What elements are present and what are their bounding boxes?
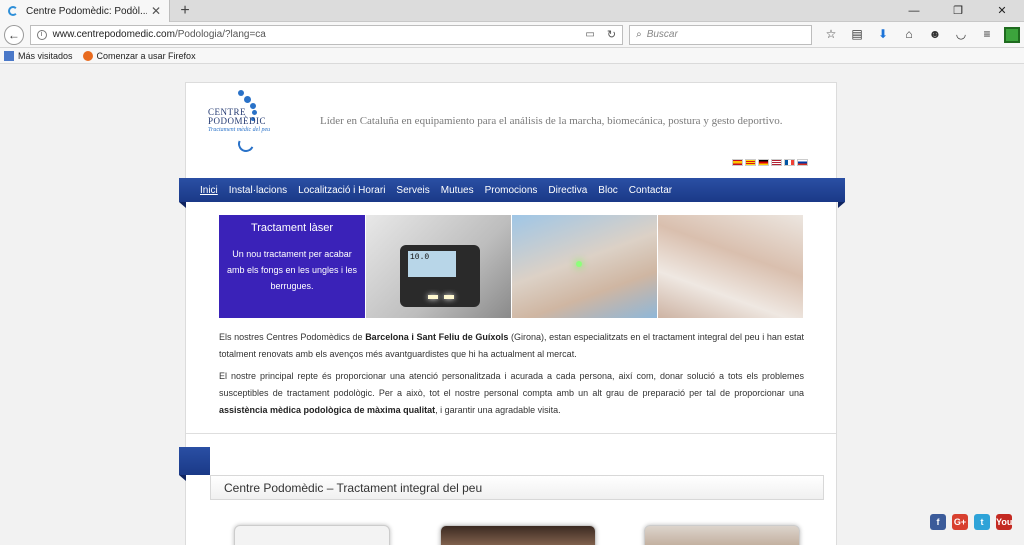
url-text[interactable]: www.centrepodomedic.com/Podologia/?lang=… — [53, 29, 578, 40]
bookmarks-bar: Más visitados Comenzar a usar Firefox — [0, 48, 1024, 64]
logo-arc — [235, 133, 257, 155]
menu-item-installacions[interactable]: Instal·lacions — [229, 185, 287, 196]
url-bar[interactable]: i www.centrepodomedic.com/Podologia/?lan… — [29, 24, 624, 45]
logo-dot — [244, 96, 251, 103]
bookmark-star-icon[interactable]: ☆ — [818, 27, 844, 43]
menu-item-contactar[interactable]: Contactar — [629, 185, 672, 196]
flag-ca-icon[interactable] — [745, 159, 756, 166]
intro-paragraph-1: Els nostres Centres Podomèdics de Barcel… — [219, 332, 804, 359]
laser-point — [576, 261, 582, 267]
close-tab-icon[interactable]: ✕ — [151, 4, 161, 18]
hello-icon[interactable]: ☻ — [922, 27, 948, 43]
page-viewport: CENTRE PODOMÈDIC Tractament mèdic del pe… — [0, 65, 1024, 545]
reload-icon[interactable]: ↻ — [607, 28, 616, 41]
menu-item-mutues[interactable]: Mutues — [441, 185, 474, 196]
window-controls: — ❐ ✕ — [892, 0, 1024, 22]
thumbnail-map[interactable] — [234, 525, 390, 545]
menu-item-directiva[interactable]: Directiva — [548, 185, 587, 196]
thumbnail-row — [234, 525, 804, 545]
flag-en-icon[interactable] — [771, 159, 782, 166]
reader-view-icon[interactable]: ▭ — [585, 29, 594, 40]
minimize-icon[interactable]: — — [892, 0, 936, 22]
restore-icon[interactable]: ❐ — [936, 0, 980, 22]
close-window-icon[interactable]: ✕ — [980, 0, 1024, 22]
flag-es-icon[interactable] — [732, 159, 743, 166]
flag-de-icon[interactable] — [758, 159, 769, 166]
page-container: CENTRE PODOMÈDIC Tractament mèdic del pe… — [179, 82, 845, 545]
bookmark-getting-started[interactable]: Comenzar a usar Firefox — [82, 50, 196, 61]
menu-icon[interactable]: ≡ — [974, 27, 1000, 43]
bookmarks-icon — [4, 50, 14, 61]
ribbon-fold — [179, 475, 186, 481]
foot-treatment-photo — [657, 215, 803, 318]
search-icon: ⌕ — [636, 29, 642, 40]
flag-ru-icon[interactable] — [797, 159, 808, 166]
nav-toolbar: ← i www.centrepodomedic.com/Podologia/?l… — [0, 22, 1024, 48]
thumbnail-photo[interactable] — [440, 525, 596, 545]
device-screen: 10.0 — [408, 251, 456, 277]
extension-icon[interactable] — [1003, 26, 1020, 43]
menu-item-serveis[interactable]: Serveis — [396, 185, 429, 196]
device-light — [428, 295, 438, 299]
logo-dot — [238, 90, 244, 96]
facebook-icon[interactable]: f — [930, 514, 946, 530]
logo-subtitle: Tractament mèdic del peu — [208, 127, 271, 133]
menu-item-inici[interactable]: Inici — [200, 185, 218, 196]
logo-text: CENTRE PODOMÈDIC — [208, 107, 267, 126]
promo-banner[interactable]: Tractament làser Un nou tractament per a… — [219, 215, 804, 318]
tab-title: Centre Podomèdic: Podòl... — [26, 5, 147, 17]
site-tagline: Líder en Cataluña en equipamiento para e… — [320, 115, 783, 127]
pocket-icon[interactable]: ◡ — [948, 27, 974, 43]
promo-text: Un nou tractament per acabar amb els fon… — [226, 249, 358, 291]
menu-item-bloc[interactable]: Bloc — [598, 185, 617, 196]
toolbar-icons: ☆ ▤ ⬇ ⌂ ☻ ◡ ≡ — [818, 26, 1020, 43]
site-logo[interactable]: CENTRE PODOMÈDIC Tractament mèdic del pe… — [208, 90, 288, 155]
thumbnail-photo[interactable] — [644, 525, 800, 545]
intro-paragraph-2: El nostre principal repte és proporciona… — [219, 371, 804, 415]
download-icon[interactable]: ⬇ — [870, 27, 896, 43]
youtube-icon[interactable]: You — [996, 514, 1012, 530]
back-button[interactable]: ← — [4, 24, 24, 45]
promo-box[interactable]: Tractament làser Un nou tractament per a… — [219, 215, 365, 318]
search-placeholder: Buscar — [646, 29, 678, 40]
bookmark-most-visited[interactable]: Más visitados — [4, 50, 73, 61]
main-menu: Inici Instal·lacions Localització i Hora… — [179, 178, 845, 208]
new-tab-button[interactable]: + — [176, 1, 194, 21]
intro-text: Els nostres Centres Podomèdics de Barcel… — [219, 329, 804, 424]
google-plus-icon[interactable]: G+ — [952, 514, 968, 530]
menu-fold-right — [838, 202, 845, 208]
section-heading: Centre Podomèdic – Tractament integral d… — [210, 475, 824, 500]
device-light — [444, 295, 454, 299]
firefox-icon — [82, 50, 93, 61]
laser-device-photo: 10.0 — [365, 215, 511, 318]
search-input[interactable]: ⌕ Buscar — [629, 24, 812, 45]
twitter-icon[interactable]: t — [974, 514, 990, 530]
tab-bar: Centre Podomèdic: Podòl... ✕ + — ❐ ✕ — [0, 0, 1024, 22]
menu-item-promocions[interactable]: Promocions — [485, 185, 538, 196]
language-flags — [732, 159, 810, 166]
social-links: f G+ t You — [924, 514, 1012, 530]
content-divider — [186, 433, 836, 434]
info-icon[interactable]: i — [36, 29, 47, 40]
home-icon[interactable]: ⌂ — [896, 27, 922, 43]
reading-list-icon[interactable]: ▤ — [844, 27, 870, 43]
loading-icon — [8, 6, 18, 16]
section-ribbon — [179, 447, 210, 481]
menu-fold-left — [179, 202, 186, 208]
active-tab[interactable]: Centre Podomèdic: Podòl... ✕ — [0, 0, 170, 22]
flag-fr-icon[interactable] — [784, 159, 795, 166]
laser-treatment-photo — [511, 215, 657, 318]
menu-item-localitzacio[interactable]: Localització i Horari — [298, 185, 385, 196]
promo-title: Tractament làser — [250, 222, 334, 234]
